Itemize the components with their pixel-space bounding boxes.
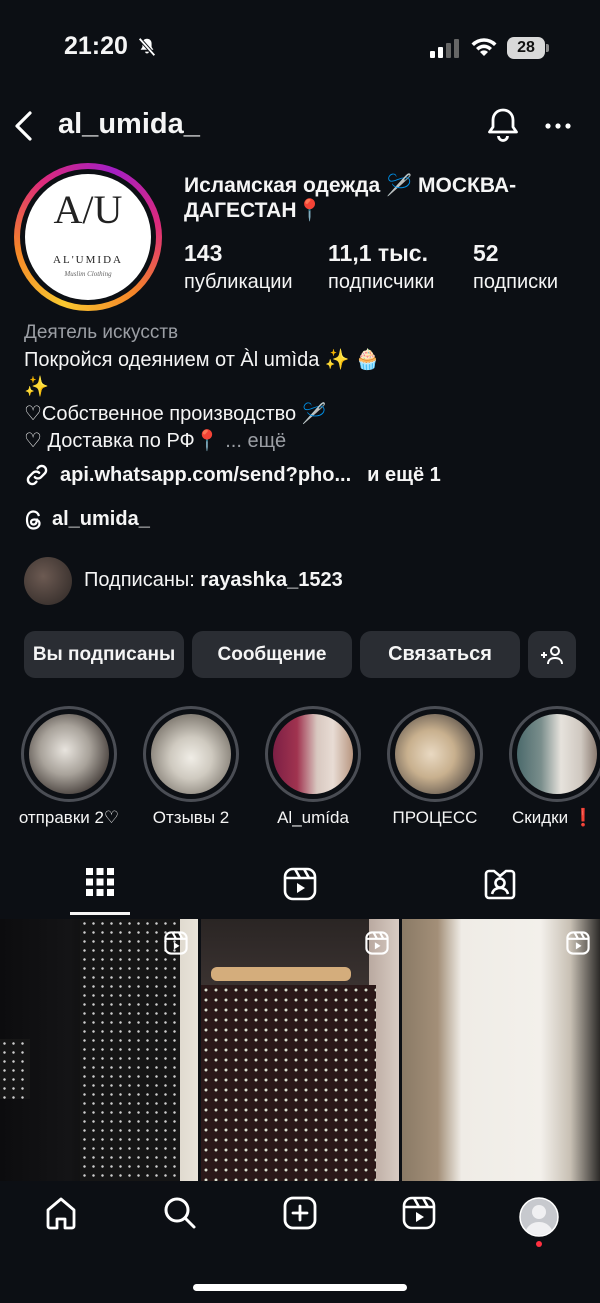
home-indicator[interactable] bbox=[193, 1284, 407, 1291]
cellular-signal-icon bbox=[430, 38, 460, 58]
profile-display-name: Исламская одежда 🪡 МОСКВА-ДАГЕСТАН📍 bbox=[184, 174, 517, 222]
tab-grid[interactable] bbox=[86, 868, 114, 896]
silent-mode-icon bbox=[136, 36, 158, 58]
stat-posts-value: 143 bbox=[184, 240, 223, 266]
profile-category: Деятель искусств bbox=[24, 322, 179, 343]
post-thumbnail[interactable] bbox=[402, 919, 600, 1181]
logo-monogram: A/U bbox=[53, 187, 123, 232]
highlight-reviews[interactable] bbox=[143, 706, 239, 802]
logo-subtitle: Muslim Clothing bbox=[64, 270, 112, 278]
wifi-icon bbox=[470, 36, 498, 58]
profile-username: al_umida_ bbox=[58, 108, 200, 140]
message-button[interactable]: Сообщение bbox=[192, 631, 352, 678]
highlight-label: отправки 2♡ bbox=[18, 808, 120, 827]
stat-followers[interactable]: 11,1 тыс. подписчики bbox=[328, 240, 434, 294]
bio-line: Покройся одеянием от Àl umìda ✨ 🧁 bbox=[24, 349, 381, 371]
nav-search[interactable] bbox=[163, 1196, 197, 1230]
followed-by-user: rayashka_1523 bbox=[200, 569, 343, 591]
home-icon bbox=[44, 1196, 78, 1230]
add-person-icon bbox=[540, 644, 564, 666]
bio-line-text: ♡ Доставка по РФ📍 bbox=[24, 430, 220, 452]
search-icon bbox=[163, 1196, 197, 1230]
link-more[interactable]: и ещё 1 bbox=[367, 464, 441, 487]
suggest-users-button[interactable] bbox=[528, 631, 576, 678]
notification-dot bbox=[536, 1241, 542, 1247]
nav-create[interactable] bbox=[283, 1196, 317, 1230]
reel-badge-icon bbox=[566, 931, 590, 955]
bio-line: ♡Собственное производство 🪡 bbox=[24, 403, 327, 425]
more-options-icon[interactable] bbox=[544, 122, 572, 130]
highlight-label: Отзывы 2 bbox=[152, 808, 230, 827]
reel-badge-icon bbox=[365, 931, 389, 955]
stat-followers-label: подписчики bbox=[328, 271, 435, 293]
threads-icon bbox=[24, 509, 44, 531]
bio-line-last: ♡ Доставка по РФ📍 ... ещё bbox=[24, 428, 286, 453]
tagged-person-icon bbox=[483, 867, 517, 901]
tab-reels[interactable] bbox=[283, 867, 317, 901]
followed-by-prefix: Подписаны: bbox=[84, 569, 195, 591]
tab-tagged[interactable] bbox=[483, 867, 517, 901]
nav-reels[interactable] bbox=[402, 1196, 436, 1230]
stat-posts[interactable]: 143 публикации bbox=[184, 240, 293, 294]
link-url[interactable]: api.whatsapp.com/send?pho... bbox=[60, 464, 351, 487]
highlight-label: Al_umída bbox=[277, 808, 349, 827]
stat-posts-label: публикации bbox=[184, 271, 293, 293]
threads-username: al_umida_ bbox=[52, 508, 150, 530]
post-thumbnail[interactable] bbox=[0, 919, 198, 1181]
stat-following-label: подписки bbox=[473, 271, 559, 293]
reels-icon bbox=[402, 1196, 436, 1230]
nav-home[interactable] bbox=[44, 1196, 78, 1230]
battery-level: 28 bbox=[507, 37, 545, 59]
highlight-brand[interactable] bbox=[265, 706, 361, 802]
external-link[interactable]: api.whatsapp.com/send?pho... и ещё 1 bbox=[24, 462, 441, 488]
highlight-label: ПРОЦЕСС bbox=[392, 808, 478, 827]
reels-icon bbox=[283, 867, 317, 901]
bio-more-link[interactable]: ... ещё bbox=[225, 430, 286, 452]
logo-name: AL'UMIDA bbox=[53, 254, 123, 266]
status-time: 21:20 bbox=[64, 32, 128, 60]
back-arrow-icon[interactable] bbox=[12, 110, 34, 142]
grid-icon bbox=[86, 868, 114, 896]
threads-link[interactable]: al_umida_ bbox=[24, 508, 150, 531]
battery-tip bbox=[546, 44, 549, 52]
highlight-shipments[interactable] bbox=[21, 706, 117, 802]
highlight-label: Скидки ❗ bbox=[512, 808, 594, 827]
bio-line: ✨ bbox=[24, 376, 49, 398]
highlight-process[interactable] bbox=[387, 706, 483, 802]
stat-following[interactable]: 52 подписки bbox=[473, 240, 558, 294]
highlight-discounts[interactable] bbox=[509, 706, 600, 802]
stat-following-value: 52 bbox=[473, 240, 499, 266]
mutual-follower-avatar[interactable] bbox=[24, 557, 72, 605]
post-thumbnail[interactable] bbox=[201, 919, 399, 1181]
reel-badge-icon bbox=[164, 931, 188, 955]
nav-profile[interactable] bbox=[519, 1197, 559, 1237]
profile-avatar-icon bbox=[519, 1197, 559, 1237]
active-tab-indicator bbox=[70, 912, 130, 915]
stat-followers-value: 11,1 тыс. bbox=[328, 240, 428, 266]
following-button[interactable]: Вы подписаны bbox=[24, 631, 184, 678]
followed-by-text[interactable]: Подписаны: rayashka_1523 bbox=[84, 569, 343, 592]
notification-bell-icon[interactable] bbox=[486, 106, 520, 144]
profile-avatar[interactable]: A/U AL'UMIDA Muslim Clothing bbox=[25, 174, 151, 300]
contact-button[interactable]: Связаться bbox=[360, 631, 520, 678]
link-icon bbox=[24, 462, 50, 488]
plus-square-icon bbox=[283, 1196, 317, 1230]
